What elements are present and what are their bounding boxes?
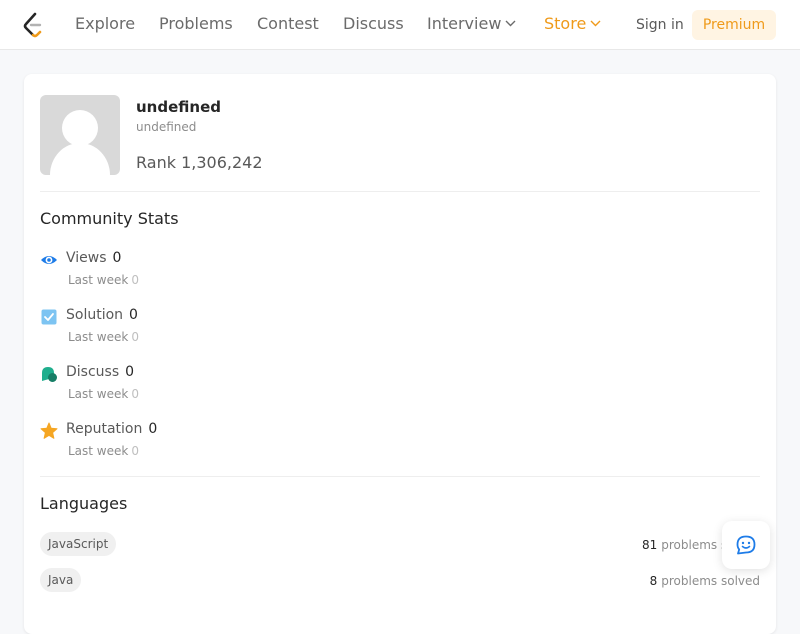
eye-icon <box>41 256 57 264</box>
chat-bubbles-icon <box>42 367 57 382</box>
stat-sub-value: 0 <box>131 387 139 401</box>
premium-button[interactable]: Premium <box>692 10 776 40</box>
languages-title: Languages <box>40 494 128 513</box>
nav-store-dropdown[interactable]: Store <box>544 14 601 34</box>
avatar[interactable] <box>40 95 120 175</box>
stat-sub-label: Last week <box>68 273 129 287</box>
stat-sub-label: Last week <box>68 387 129 401</box>
nav-problems[interactable]: Problems <box>159 14 233 34</box>
stat-sub-value: 0 <box>131 330 139 344</box>
chat-smile-icon <box>736 535 756 555</box>
nav-discuss[interactable]: Discuss <box>343 14 404 34</box>
stat-views: Views 0 Last week 0 <box>40 248 440 292</box>
top-navbar: Explore Problems Contest Discuss Intervi… <box>0 0 800 50</box>
stat-label: Solution <box>66 307 124 323</box>
language-tag-java[interactable]: Java <box>40 568 82 592</box>
language-count-value: 8 <box>649 574 658 588</box>
stat-sub-label: Last week <box>68 330 129 344</box>
sign-in-link[interactable]: Sign in <box>636 16 684 34</box>
chevron-down-icon <box>505 20 516 27</box>
community-stats-title: Community Stats <box>40 209 179 228</box>
language-count-value: 81 <box>641 538 658 552</box>
language-count-java: 8 problems solved <box>650 573 760 589</box>
stat-value: 0 <box>148 421 158 437</box>
language-count-suffix: problems solved <box>661 574 760 588</box>
nav-explore[interactable]: Explore <box>75 14 135 34</box>
profile-username: undefined <box>136 120 197 134</box>
profile-name[interactable]: undefined <box>136 97 221 117</box>
stat-label: Reputation <box>66 421 143 437</box>
leetcode-logo-icon[interactable] <box>22 12 44 38</box>
stat-sub-value: 0 <box>131 273 139 287</box>
nav-contest[interactable]: Contest <box>257 14 319 34</box>
stat-label: Discuss <box>66 364 120 380</box>
stat-reputation: Reputation 0 Last week 0 <box>40 419 440 463</box>
rank-value: 1,306,242 <box>181 153 263 172</box>
chat-support-button[interactable] <box>722 521 770 569</box>
stat-sub-label: Last week <box>68 444 129 458</box>
stat-value: 0 <box>129 307 138 323</box>
chevron-down-icon <box>590 20 601 27</box>
check-square-icon <box>41 309 57 325</box>
nav-interview-label: Interview <box>427 14 502 33</box>
rank-label: Rank <box>136 153 176 172</box>
stat-label: Views <box>66 250 107 266</box>
language-tag-javascript[interactable]: JavaScript <box>40 532 117 556</box>
divider <box>40 191 760 192</box>
profile-card: undefined undefined Rank 1,306,242 Commu… <box>24 74 776 634</box>
stat-solution: Solution 0 Last week 0 <box>40 305 440 349</box>
stat-value: 0 <box>125 364 135 380</box>
divider <box>40 476 760 477</box>
stat-value: 0 <box>112 250 122 266</box>
nav-interview-dropdown[interactable]: Interview <box>427 14 516 34</box>
nav-store-label: Store <box>544 14 587 33</box>
profile-rank: Rank 1,306,242 <box>136 153 263 173</box>
stat-sub-value: 0 <box>131 444 139 458</box>
default-avatar-icon <box>50 110 110 175</box>
star-icon <box>40 422 58 439</box>
stat-discuss: Discuss 0 Last week 0 <box>40 362 440 406</box>
